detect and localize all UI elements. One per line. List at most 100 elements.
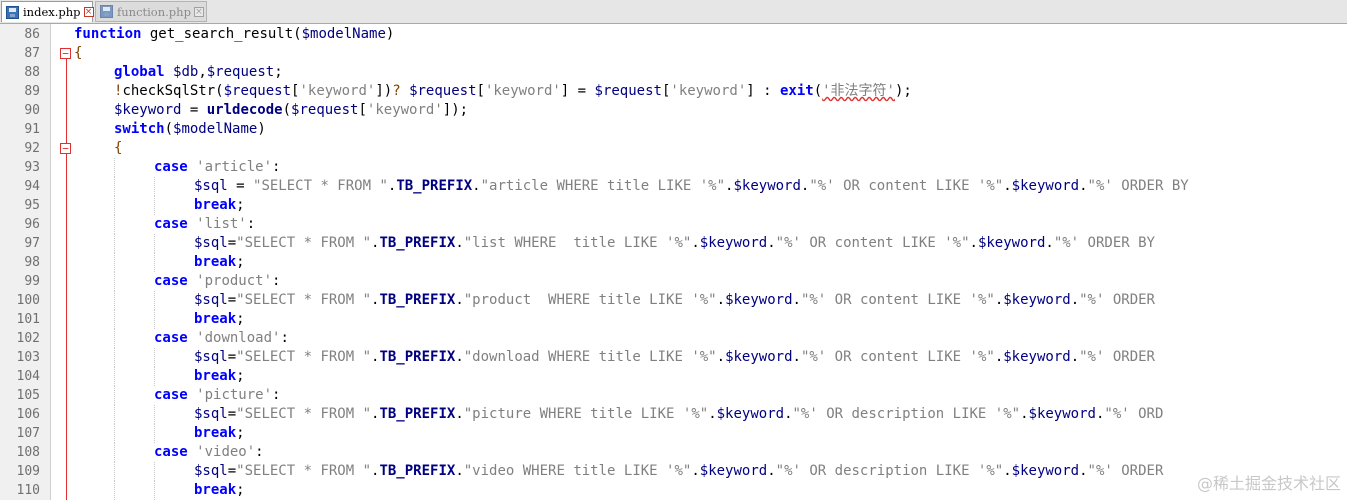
indent-guide	[154, 462, 155, 481]
code-token: "%' ORDER	[1079, 349, 1155, 365]
code-text: case 'download':	[154, 329, 289, 348]
line-number: 93	[24, 160, 40, 175]
line-number: 108	[16, 445, 40, 460]
line-number: 86	[24, 27, 40, 42]
indent-guide	[154, 367, 155, 386]
code-line[interactable]: 103 $sql="SELECT * FROM ".TB_PREFIX."down…	[0, 348, 1347, 367]
code-line[interactable]: 105 case 'picture':	[0, 386, 1347, 405]
code-token: ;	[236, 254, 245, 270]
code-token: $modelName	[301, 26, 386, 42]
code-token: break	[194, 254, 237, 270]
code-token: =	[227, 406, 237, 422]
code-token: .	[455, 235, 464, 251]
tab-bar: index.php × function.php ×	[0, 0, 1347, 24]
code-text: $sql = "SELECT * FROM ".TB_PREFIX."artic…	[194, 177, 1189, 196]
code-editor[interactable]: 86 function get_search_result($modelName)…	[0, 24, 1347, 500]
code-line[interactable]: 101 break;	[0, 310, 1347, 329]
code-token: $keyword	[1003, 349, 1071, 365]
code-line[interactable]: 97 $sql="SELECT * FROM ".TB_PREFIX."list …	[0, 234, 1347, 253]
line-number: 90	[24, 103, 40, 118]
code-token: $request	[409, 83, 477, 99]
code-line[interactable]: 93 case 'article':	[0, 158, 1347, 177]
code-token: ;	[236, 311, 245, 327]
line-number: 110	[16, 483, 40, 498]
close-tab-icon[interactable]: ×	[83, 7, 94, 17]
code-line[interactable]: 92 − {	[0, 139, 1347, 158]
code-token: "%' OR content LIKE '%"	[775, 235, 970, 251]
tab-index-php[interactable]: index.php ×	[1, 1, 94, 22]
tab-function-php[interactable]: function.php ×	[95, 1, 207, 22]
code-token: [	[476, 83, 485, 99]
code-token: .	[767, 235, 776, 251]
code-token: $keyword	[1011, 463, 1080, 479]
code-line[interactable]: 109 $sql="SELECT * FROM ".TB_PREFIX."vide…	[0, 462, 1347, 481]
code-line[interactable]: 91 switch($modelName)	[0, 120, 1347, 139]
code-line[interactable]: 94 $sql = "SELECT * FROM ".TB_PREFIX."art…	[0, 177, 1347, 196]
code-token: (	[282, 102, 292, 118]
code-line[interactable]: 100 $sql="SELECT * FROM ".TB_PREFIX."prod…	[0, 291, 1347, 310]
code-line[interactable]: 98 break;	[0, 253, 1347, 272]
code-text: case 'article':	[154, 158, 280, 177]
code-token: 'video'	[196, 444, 256, 460]
close-tab-icon[interactable]: ×	[193, 6, 204, 17]
code-token: "%' ORDER BY	[1053, 235, 1155, 251]
code-line[interactable]: 99 case 'product':	[0, 272, 1347, 291]
code-line[interactable]: 88 global $db,$request;	[0, 63, 1347, 82]
code-token: =	[227, 349, 237, 365]
code-text: case 'picture':	[154, 386, 280, 405]
code-line[interactable]: 87 −{	[0, 44, 1347, 63]
code-token: :	[272, 159, 281, 175]
code-token: (	[164, 121, 174, 137]
code-line[interactable]: 102 case 'download':	[0, 329, 1347, 348]
code-line[interactable]: 104 break;	[0, 367, 1347, 386]
code-token: urldecode	[206, 102, 283, 118]
code-token: $request	[223, 83, 292, 99]
code-token: "%' OR content LIKE '%"	[800, 292, 995, 308]
code-line[interactable]: 90 $keyword = urldecode($request['keyword…	[0, 101, 1347, 120]
code-token: "list WHERE title LIKE '%"	[463, 235, 692, 251]
code-text: $sql="SELECT * FROM ".TB_PREFIX."list WH…	[194, 234, 1155, 253]
code-token: $sql	[194, 349, 228, 365]
code-line[interactable]: 108 case 'video':	[0, 443, 1347, 462]
code-token: $request	[594, 83, 662, 99]
code-line[interactable]: 106 $sql="SELECT * FROM ".TB_PREFIX."pict…	[0, 405, 1347, 424]
code-line[interactable]: 89 !checkSqlStr($request['keyword'])? $re…	[0, 82, 1347, 101]
indent-guide	[154, 177, 155, 196]
code-token: ] =	[560, 83, 595, 99]
code-token: global	[114, 64, 165, 80]
code-line[interactable]: 96 case 'list':	[0, 215, 1347, 234]
code-token: case	[154, 216, 188, 232]
line-number: 109	[16, 464, 40, 479]
code-token: $modelName	[173, 121, 258, 137]
code-token: break	[194, 425, 237, 441]
code-token: .	[455, 406, 464, 422]
indent-guide	[114, 424, 115, 443]
code-line[interactable]: 95 break;	[0, 196, 1347, 215]
code-token: "%' OR content LIKE '%"	[809, 178, 1004, 194]
code-line[interactable]: 107 break;	[0, 424, 1347, 443]
code-token: .	[784, 406, 793, 422]
code-token: ?	[392, 83, 401, 99]
line-number: 87	[24, 46, 40, 61]
code-token: :	[280, 330, 289, 346]
line-number: 91	[24, 122, 40, 137]
save-file-icon	[100, 5, 113, 18]
code-token: $sql	[194, 406, 228, 422]
line-number: 105	[16, 388, 40, 403]
code-token: get_search_result(	[141, 26, 302, 42]
code-line[interactable]: 86 function get_search_result($modelName)	[0, 25, 1347, 44]
code-token: "SELECT * FROM "	[253, 178, 388, 194]
code-token: "%' ORDER	[1079, 292, 1155, 308]
code-line[interactable]: 110 break;	[0, 481, 1347, 500]
code-token: "%' OR description LIKE '%"	[792, 406, 1021, 422]
code-token: {	[114, 140, 123, 156]
code-token: .	[1020, 406, 1029, 422]
line-number: 95	[24, 198, 40, 213]
code-token: "%' OR description LIKE '%"	[775, 463, 1004, 479]
fold-toggle-icon[interactable]: −	[60, 48, 71, 59]
code-token: "download WHERE title LIKE '%"	[463, 349, 717, 365]
fold-toggle-icon[interactable]: −	[60, 143, 71, 154]
